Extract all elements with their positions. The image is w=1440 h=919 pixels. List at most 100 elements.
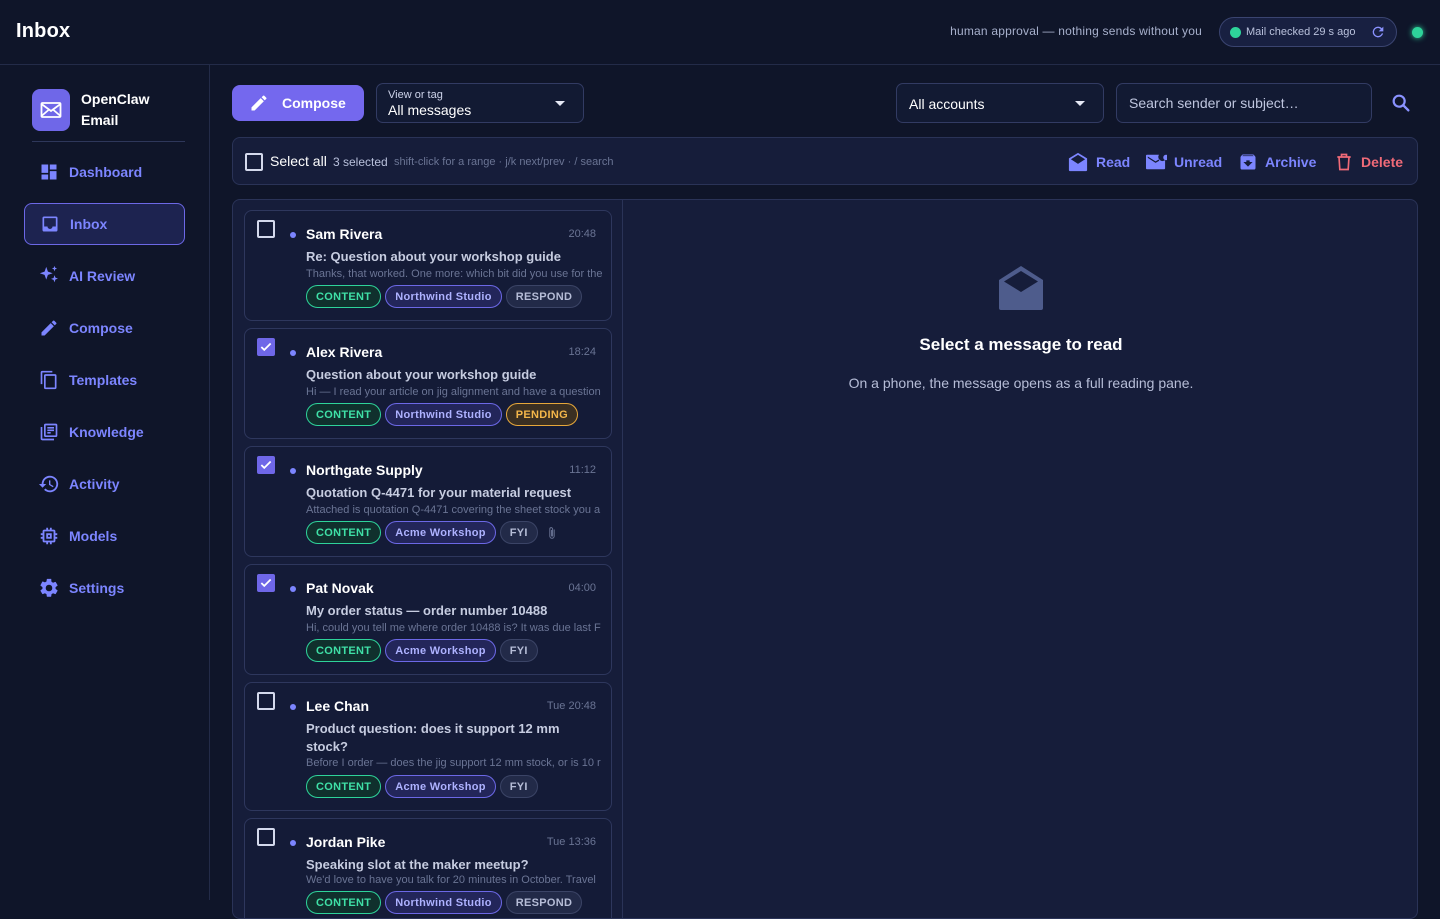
sidebar-item-compose[interactable]: Compose	[24, 307, 185, 349]
sidebar-item-templates[interactable]: Templates	[24, 359, 185, 401]
tag-badge[interactable]: CONTENT	[306, 285, 382, 308]
mark-read-button[interactable]: Read	[1067, 151, 1130, 173]
accounts-select-value: All accounts	[909, 96, 985, 112]
inbox-panel: Sam Rivera 20:48 Re: Question about your…	[232, 199, 1418, 919]
check-icon	[260, 342, 272, 352]
refresh-icon[interactable]	[1370, 24, 1386, 40]
message-checkbox[interactable]	[257, 338, 275, 356]
sidebar-item-ai-review[interactable]: AI Review	[24, 255, 185, 297]
tag-badge[interactable]: CONTENT	[306, 891, 382, 914]
message-item[interactable]: Lee Chan Tue 20:48 Product question: doe…	[244, 682, 612, 811]
mail-status-pill[interactable]: Mail checked 29 s ago	[1219, 17, 1397, 47]
sidebar-item-label: Templates	[69, 372, 138, 388]
tag-badge[interactable]: Acme Workshop	[385, 639, 496, 662]
connection-status-dot	[1412, 27, 1423, 38]
message-item[interactable]: Alex Rivera 18:24 Question about your wo…	[244, 328, 612, 439]
view-or-tag-select[interactable]: View or tag All messages	[376, 83, 584, 123]
message-preview: Hi — I read your article on jig alignmen…	[306, 386, 601, 398]
sidebar-item-label: Inbox	[70, 216, 108, 232]
approval-note: human approval — nothing sends without y…	[950, 24, 1202, 38]
brand[interactable]: OpenClaw Email	[32, 89, 171, 131]
sidebar-item-label: Dashboard	[69, 164, 143, 180]
page-title: Inbox	[16, 20, 71, 42]
search-icon[interactable]	[1390, 92, 1412, 114]
online-dot-icon	[1230, 26, 1241, 38]
tag-badge[interactable]: FYI	[499, 639, 538, 662]
compose-button-label: Compose	[282, 95, 346, 111]
accounts-select[interactable]: All accounts	[896, 83, 1104, 123]
chip-icon	[38, 525, 60, 547]
sidebar-item-inbox[interactable]: Inbox	[24, 203, 185, 245]
sidebar-item-models[interactable]: Models	[24, 515, 185, 557]
tag-badge[interactable]: PENDING	[505, 403, 578, 426]
tag-badge[interactable]: CONTENT	[306, 521, 382, 544]
copy-icon	[38, 369, 60, 391]
message-tags: CONTENT Acme Workshop FYI	[306, 775, 538, 798]
sidebar-item-activity[interactable]: Activity	[24, 463, 185, 505]
mark-unread-button[interactable]: Unread	[1145, 151, 1222, 173]
sidebar-item-label: AI Review	[69, 268, 136, 284]
message-time: 04:00	[568, 582, 596, 594]
message-checkbox[interactable]	[257, 574, 275, 592]
envelope-open-icon	[1067, 152, 1089, 172]
check-icon	[260, 460, 272, 470]
unread-dot-icon	[290, 468, 296, 474]
message-preview: Attached is quotation Q-4471 covering th…	[306, 504, 601, 516]
view-select-value: All messages	[388, 102, 472, 118]
delete-button[interactable]: Delete	[1334, 151, 1403, 173]
archive-icon	[1238, 152, 1258, 172]
sidebar-item-label: Models	[69, 528, 118, 544]
tag-badge[interactable]: Northwind Studio	[385, 403, 502, 426]
tag-badge[interactable]: Northwind Studio	[385, 891, 502, 914]
mail-status-text: Mail checked 29 s ago	[1246, 26, 1356, 38]
sidebar-item-label: Knowledge	[69, 424, 144, 440]
message-sender: Northgate Supply	[306, 462, 423, 478]
check-icon	[260, 578, 272, 588]
message-item[interactable]: Jordan Pike Tue 13:36 Speaking slot at t…	[244, 818, 612, 918]
message-checkbox[interactable]	[257, 828, 275, 846]
chevron-down-icon	[555, 101, 565, 106]
divider	[32, 141, 185, 142]
message-sender: Sam Rivera	[306, 226, 383, 242]
sidebar-item-settings[interactable]: Settings	[24, 567, 185, 609]
envelope-open-icon	[999, 266, 1043, 310]
message-time: 11:12	[569, 464, 596, 476]
sidebar-item-knowledge[interactable]: Knowledge	[24, 411, 185, 453]
message-preview: Hi, could you tell me where order 10488 …	[306, 622, 601, 634]
delete-label: Delete	[1361, 154, 1404, 170]
message-list: Sam Rivera 20:48 Re: Question about your…	[233, 200, 623, 918]
tag-badge[interactable]: Northwind Studio	[385, 285, 502, 308]
reading-pane: Select a message to read On a phone, the…	[623, 200, 1417, 918]
bulk-actions-bar: Select all 3 selected shift-click for a …	[232, 137, 1418, 185]
sidebar-item-label: Settings	[69, 580, 125, 596]
tag-badge[interactable]: RESPOND	[505, 285, 583, 308]
message-checkbox[interactable]	[257, 220, 275, 238]
tag-badge[interactable]: FYI	[499, 521, 538, 544]
tag-badge[interactable]: CONTENT	[306, 775, 382, 798]
tag-badge[interactable]: FYI	[499, 775, 538, 798]
message-tags: CONTENT Acme Workshop FYI	[306, 521, 558, 544]
inbox-icon	[39, 213, 61, 235]
select-all-label[interactable]: Select all	[270, 153, 327, 169]
top-bar: Inbox human approval — nothing sends wit…	[0, 0, 1440, 65]
message-checkbox[interactable]	[257, 692, 275, 710]
brand-name: OpenClaw Email	[81, 91, 150, 128]
message-tags: CONTENT Acme Workshop FYI	[306, 639, 538, 662]
message-item[interactable]: Northgate Supply 11:12 Quotation Q-4471 …	[244, 446, 612, 557]
message-item[interactable]: Sam Rivera 20:48 Re: Question about your…	[244, 210, 612, 321]
select-all-checkbox[interactable]	[245, 153, 263, 171]
tag-badge[interactable]: CONTENT	[306, 403, 382, 426]
tag-badge[interactable]: RESPOND	[505, 891, 583, 914]
compose-button[interactable]: Compose	[232, 85, 364, 121]
sidebar: OpenClaw Email Dashboard Inbox AI Review…	[0, 65, 210, 900]
message-checkbox[interactable]	[257, 456, 275, 474]
archive-button[interactable]: Archive	[1238, 151, 1316, 173]
tag-badge[interactable]: Acme Workshop	[385, 775, 496, 798]
search-input[interactable]	[1116, 83, 1372, 123]
tag-badge[interactable]: CONTENT	[306, 639, 382, 662]
message-item[interactable]: Pat Novak 04:00 My order status — order …	[244, 564, 612, 675]
message-preview: We'd love to have you talk for 20 minute…	[306, 874, 596, 886]
tag-badge[interactable]: Acme Workshop	[385, 521, 496, 544]
selected-count: 3 selected	[333, 155, 388, 169]
sidebar-item-dashboard[interactable]: Dashboard	[24, 151, 185, 193]
